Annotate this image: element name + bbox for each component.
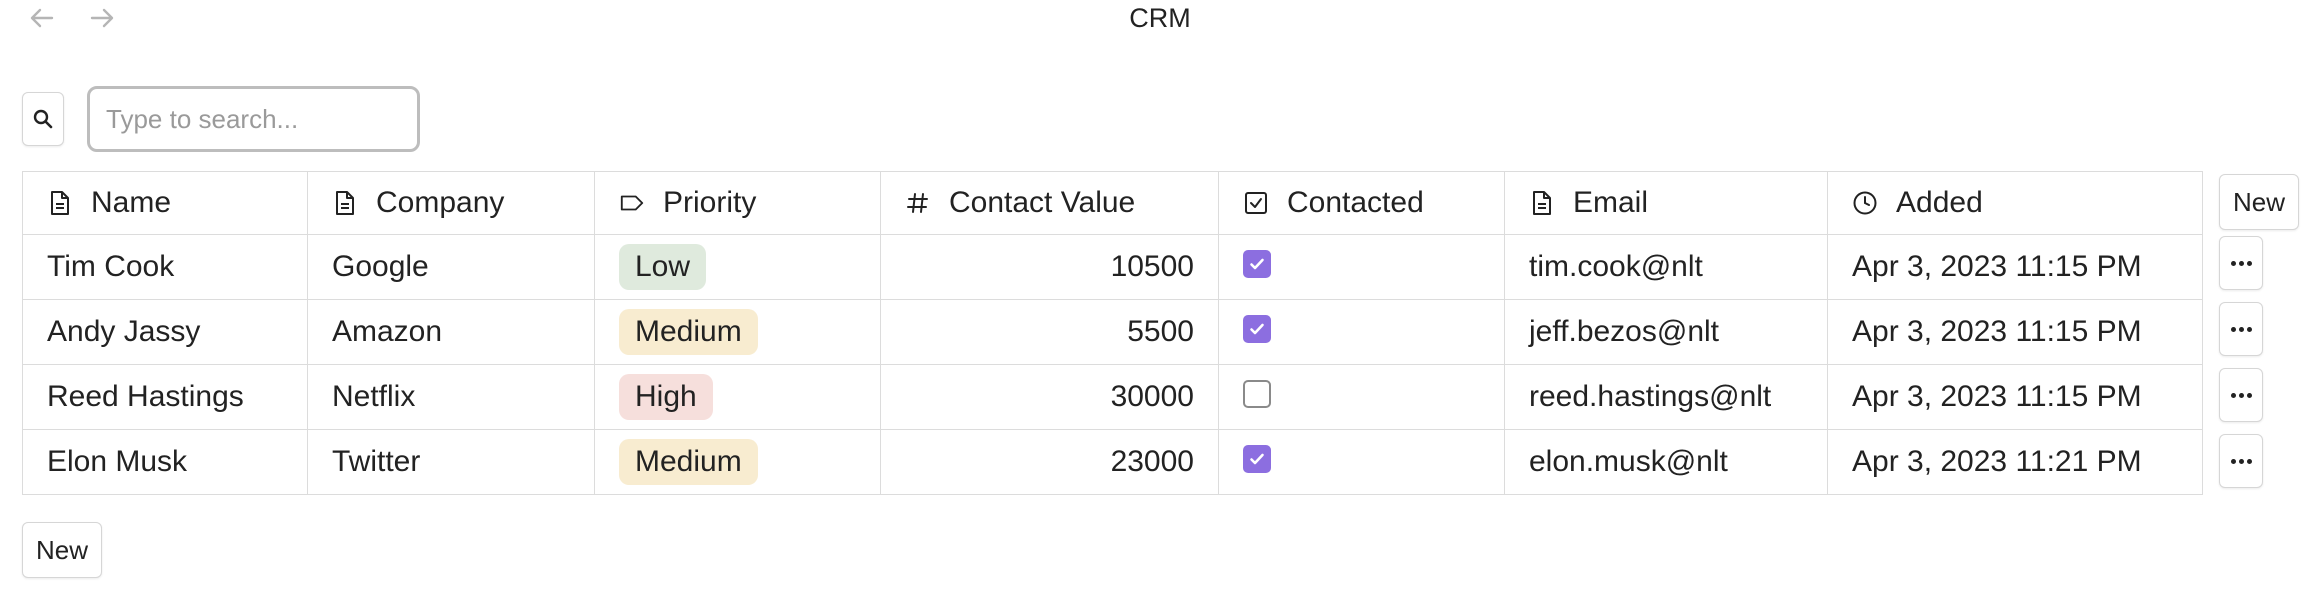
cell-name[interactable]: Reed Hastings [22,364,308,430]
more-icon [2230,458,2252,464]
column-header-added[interactable]: Added [1827,171,2203,235]
column-header-contacted[interactable]: Contacted [1218,171,1505,235]
document-icon [1529,190,1555,216]
crm-table: Name Company Priority Contact Value Cont… [22,171,2203,495]
cell-name[interactable]: Elon Musk [22,429,308,495]
contacted-checkbox[interactable] [1243,315,1271,344]
cell-contact-value[interactable]: 23000 [880,429,1219,495]
cell-email[interactable]: tim.cook@nlt [1504,234,1828,300]
column-header-company[interactable]: Company [307,171,595,235]
row-menu-button[interactable] [2219,368,2263,422]
cell-added[interactable]: Apr 3, 2023 11:15 PM [1827,364,2203,430]
cell-email[interactable]: elon.musk@nlt [1504,429,1828,495]
table-row: Andy Jassy Amazon Medium 5500 jeff.bezos… [22,299,2203,365]
column-header-contact-value[interactable]: Contact Value [880,171,1219,235]
cell-added[interactable]: Apr 3, 2023 11:21 PM [1827,429,2203,495]
cell-priority[interactable]: Medium [594,299,881,365]
cell-added[interactable]: Apr 3, 2023 11:15 PM [1827,299,2203,365]
column-label: Email [1573,186,1649,219]
cell-name[interactable]: Tim Cook [22,234,308,300]
search-input[interactable] [87,86,420,152]
clock-icon [1852,190,1878,216]
priority-tag: Low [619,244,707,290]
contacted-checkbox[interactable] [1243,250,1271,279]
table-row: Elon Musk Twitter Medium 23000 elon.musk… [22,429,2203,495]
tag-icon [619,190,645,216]
cell-contact-value[interactable]: 10500 [880,234,1219,300]
cell-contacted [1218,429,1505,495]
cell-email[interactable]: reed.hastings@nlt [1504,364,1828,430]
new-row-button[interactable]: New [22,522,102,578]
priority-tag: High [619,374,713,420]
search-icon [32,108,54,130]
column-label: Name [91,186,172,219]
more-icon [2230,392,2252,398]
window-title: CRM [1129,3,1191,33]
column-header-email[interactable]: Email [1504,171,1828,235]
cell-contacted [1218,364,1505,430]
priority-tag: Medium [619,309,758,355]
contacted-checkbox[interactable] [1243,380,1271,409]
checkbox-icon [1243,190,1269,216]
new-column-button[interactable]: New [2219,174,2299,230]
hash-icon [905,190,931,216]
column-label: Contact Value [949,186,1136,219]
row-menu-button[interactable] [2219,236,2263,290]
cell-contacted [1218,234,1505,300]
cell-added[interactable]: Apr 3, 2023 11:15 PM [1827,234,2203,300]
column-label: Company [376,186,505,219]
more-icon [2230,260,2252,266]
more-icon [2230,326,2252,332]
contacted-checkbox[interactable] [1243,445,1271,474]
table-row: Reed Hastings Netflix High 30000 reed.ha… [22,364,2203,430]
cell-contact-value[interactable]: 5500 [880,299,1219,365]
row-menu-button[interactable] [2219,302,2263,356]
cell-company[interactable]: Netflix [307,364,595,430]
column-label: Contacted [1287,186,1424,219]
table-header-row: Name Company Priority Contact Value Cont… [22,171,2203,235]
cell-priority[interactable]: High [594,364,881,430]
cell-contact-value[interactable]: 30000 [880,364,1219,430]
cell-email[interactable]: jeff.bezos@nlt [1504,299,1828,365]
column-label: Priority [663,186,757,219]
search-button[interactable] [22,92,64,146]
cell-company[interactable]: Amazon [307,299,595,365]
document-icon [332,190,358,216]
cell-priority[interactable]: Medium [594,429,881,495]
table-row: Tim Cook Google Low 10500 tim.cook@nlt A… [22,234,2203,300]
cell-company[interactable]: Twitter [307,429,595,495]
priority-tag: Medium [619,439,758,485]
row-menu-button[interactable] [2219,434,2263,488]
column-header-name[interactable]: Name [22,171,308,235]
column-label: Added [1896,186,1983,219]
cell-name[interactable]: Andy Jassy [22,299,308,365]
cell-company[interactable]: Google [307,234,595,300]
document-icon [47,190,73,216]
cell-contacted [1218,299,1505,365]
column-header-priority[interactable]: Priority [594,171,881,235]
cell-priority[interactable]: Low [594,234,881,300]
